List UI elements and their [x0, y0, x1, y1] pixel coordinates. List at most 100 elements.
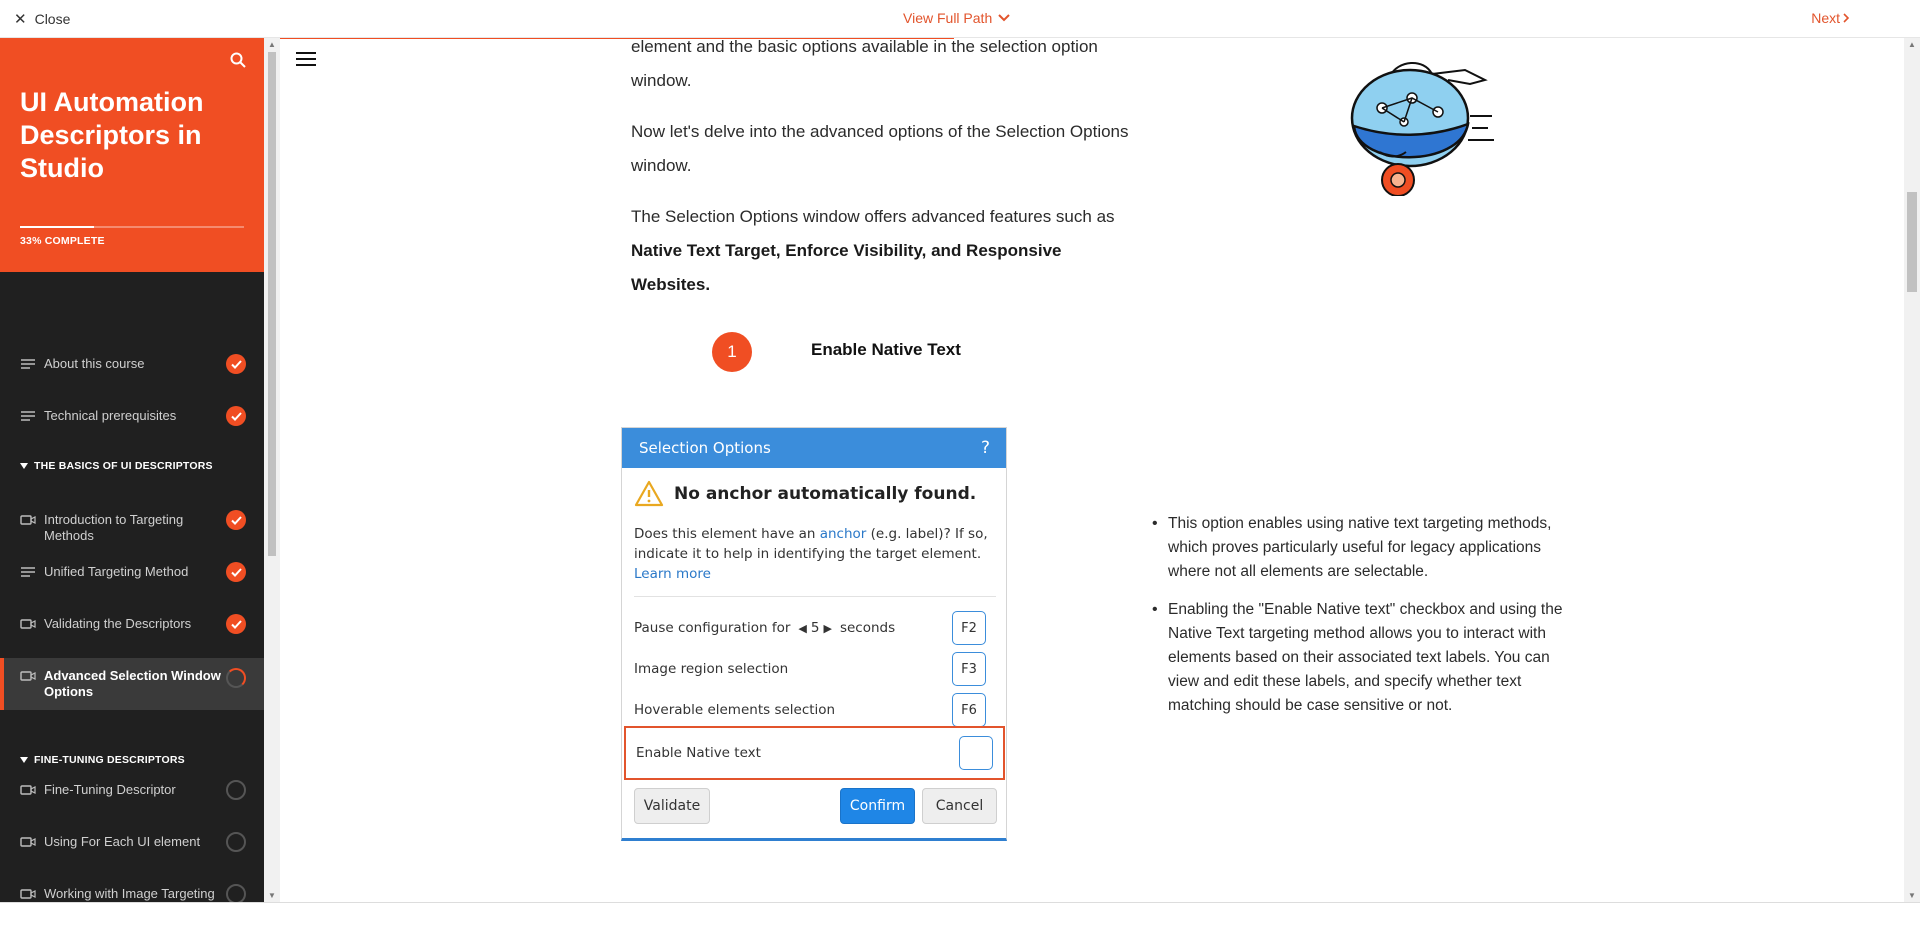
cancel-button[interactable]: Cancel — [922, 788, 997, 824]
lesson-label: Validating the Descriptors — [44, 616, 192, 631]
confirm-button[interactable]: Confirm — [840, 788, 915, 824]
scroll-down-icon[interactable]: ▼ — [268, 891, 276, 900]
course-progress-fill — [20, 226, 94, 228]
anchor-link[interactable]: anchor — [820, 526, 867, 542]
pause-value[interactable]: 5 — [811, 620, 820, 636]
sidebar-lesson-item[interactable]: Working with Image Targeting method — [0, 884, 264, 902]
native-text-label: Enable Native text — [636, 745, 761, 761]
course-sidebar: UI Automation Descriptors in Studio 33% … — [0, 38, 264, 902]
paragraph-features: The Selection Options window offers adva… — [631, 200, 1131, 302]
anchor-warning: No anchor automatically found. — [634, 480, 976, 507]
search-icon[interactable] — [230, 52, 246, 73]
step-number-badge: 1 — [712, 332, 752, 372]
view-full-path-label: View Full Path — [903, 10, 993, 26]
sidebar-lesson-item[interactable]: Technical prerequisites — [0, 406, 264, 427]
lesson-label: About this course — [44, 356, 145, 371]
f6-key-button[interactable]: F6 — [952, 693, 986, 727]
sidebar-lesson-item[interactable]: Advanced Selection Window Options — [0, 658, 264, 710]
close-label: Close — [34, 11, 71, 27]
desc-before: Does this element have an — [634, 526, 816, 542]
section-label: THE BASICS OF UI DESCRIPTORS — [34, 460, 213, 472]
top-bar: ✕ Close View Full Path Next — [0, 0, 1920, 38]
learn-more-link[interactable]: Learn more — [634, 566, 711, 582]
image-region-row: Image region selection F3 — [634, 651, 996, 687]
main-scroll-thumb[interactable] — [1907, 192, 1917, 292]
sidebar-scrollbar[interactable]: ▲ ▼ — [264, 38, 280, 902]
warning-text: No anchor automatically found. — [674, 483, 977, 504]
pause-configuration-row: Pause configuration for ◀ 5 ▶ seconds F2 — [634, 610, 996, 646]
empty-circle-icon — [226, 884, 246, 902]
lesson-label: Introduction to Targeting Methods — [44, 512, 184, 543]
close-button[interactable]: ✕ Close — [14, 10, 70, 28]
course-header: UI Automation Descriptors in Studio 33% … — [0, 38, 264, 272]
progress-ring-icon — [226, 668, 246, 688]
course-title: UI Automation Descriptors in Studio — [20, 87, 204, 183]
warning-icon — [634, 480, 664, 507]
video-icon — [20, 887, 38, 902]
sidebar-lesson-item[interactable]: Validating the Descriptors — [0, 614, 264, 635]
sidebar-lesson-item[interactable]: About this course — [0, 354, 264, 375]
video-icon — [20, 513, 38, 531]
dialog-header: Selection Options ? — [622, 428, 1006, 468]
scroll-up-icon[interactable]: ▲ — [1908, 40, 1916, 49]
checkmark-icon — [226, 614, 246, 634]
text-lines-icon — [20, 409, 38, 427]
increase-arrow-icon[interactable]: ▶ — [823, 622, 831, 635]
section-header[interactable]: FINE-TUNING DESCRIPTORS — [20, 754, 185, 766]
text-lines-icon — [20, 357, 38, 375]
sidebar-lesson-item[interactable]: Fine-Tuning Descriptor — [0, 780, 264, 801]
enable-native-text-row: Enable Native text — [624, 726, 1005, 780]
text-lines-icon — [20, 565, 38, 583]
section-header[interactable]: THE BASICS OF UI DESCRIPTORS — [20, 460, 213, 472]
pause-label: Pause configuration for — [634, 620, 791, 636]
chevron-right-icon — [1843, 13, 1850, 23]
f2-key-button[interactable]: F2 — [952, 611, 986, 645]
course-progress-label: 33% COMPLETE — [20, 235, 105, 247]
features-prefix: The Selection Options window offers adva… — [631, 207, 1115, 226]
sidebar-lesson-item[interactable]: Introduction to Targeting Methods — [0, 510, 264, 544]
lesson-label: Unified Targeting Method — [44, 564, 189, 579]
decrease-arrow-icon[interactable]: ◀ — [798, 622, 806, 635]
help-icon[interactable]: ? — [981, 438, 990, 458]
caret-down-icon — [20, 463, 28, 469]
selection-options-dialog: Selection Options ? No anchor automatica… — [621, 427, 1007, 841]
empty-circle-icon — [226, 780, 246, 800]
dialog-divider — [634, 596, 996, 597]
enable-native-text-checkbox[interactable] — [959, 736, 993, 770]
paragraph-delve: Now let's delve into the advanced option… — [631, 122, 1129, 175]
paragraph-intro: element and the basic options available … — [631, 37, 1098, 90]
step-title: Enable Native Text — [811, 340, 961, 359]
checkmark-icon — [226, 406, 246, 426]
scroll-up-icon[interactable]: ▲ — [268, 40, 276, 49]
view-full-path-button[interactable]: View Full Path — [903, 10, 1010, 26]
sidebar-lesson-item[interactable]: Using For Each UI element — [0, 832, 264, 853]
video-icon — [20, 617, 38, 635]
lesson-label: Fine-Tuning Descriptor — [44, 782, 176, 797]
lesson-label: Advanced Selection Window Options — [44, 668, 221, 699]
lesson-label: Working with Image Targeting method — [44, 886, 215, 901]
hoverable-label: Hoverable elements selection — [634, 702, 836, 718]
mascot-illustration — [1350, 62, 1494, 196]
lesson-label: Using For Each UI element — [44, 834, 201, 849]
sidebar-scroll-thumb[interactable] — [268, 52, 276, 556]
scroll-down-icon[interactable]: ▼ — [1908, 891, 1916, 900]
f3-key-button[interactable]: F3 — [952, 652, 986, 686]
pause-unit: seconds — [839, 620, 896, 636]
menu-icon[interactable] — [296, 52, 316, 70]
checkmark-icon — [226, 510, 246, 530]
close-icon: ✕ — [14, 11, 27, 28]
main-scrollbar[interactable]: ▲ ▼ — [1904, 38, 1920, 902]
bullet-item: This option enables using native text ta… — [1152, 512, 1568, 584]
sidebar-lesson-item[interactable]: Unified Targeting Method — [0, 562, 264, 583]
video-icon — [20, 835, 38, 853]
validate-button[interactable]: Validate — [634, 788, 710, 824]
video-icon — [20, 783, 38, 801]
checkmark-icon — [226, 562, 246, 582]
dialog-description: Does this element have an anchor (e.g. l… — [634, 524, 994, 584]
next-button[interactable]: Next — [1811, 10, 1850, 26]
next-label: Next — [1811, 10, 1840, 26]
empty-circle-icon — [226, 832, 246, 852]
caret-down-icon — [20, 757, 28, 763]
course-progress-bar — [20, 226, 244, 228]
section-label: FINE-TUNING DESCRIPTORS — [34, 754, 185, 766]
